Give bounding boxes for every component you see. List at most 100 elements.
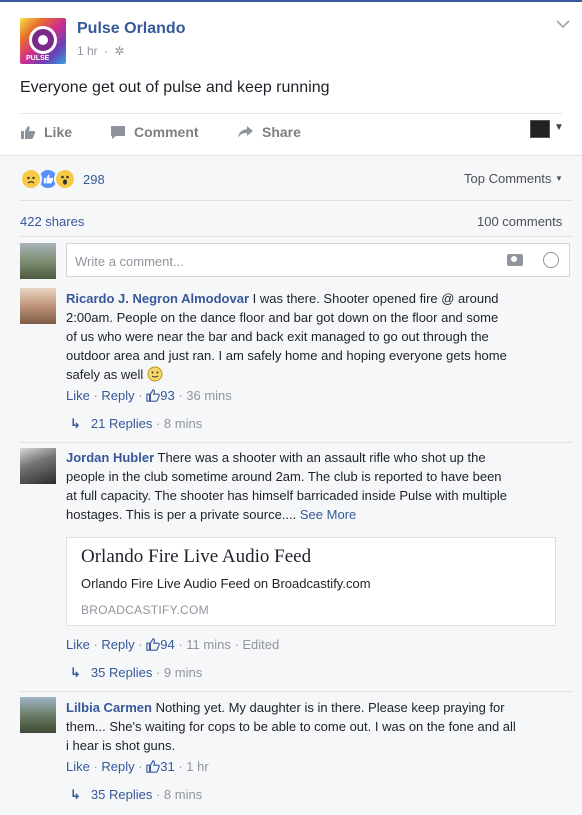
replies-time: 8 mins (163, 787, 203, 802)
replies-count: 21 Replies (90, 416, 153, 431)
post-time-text: 1 hr (77, 44, 98, 58)
thumbs-up-icon (146, 638, 161, 651)
reply-arrow-icon: ↳ (70, 665, 81, 680)
comment-time[interactable]: 1 hr (186, 759, 208, 774)
comment-like-link[interactable]: Like (66, 759, 90, 774)
camera-icon[interactable] (507, 254, 523, 266)
comments-count[interactable]: 100 comments (477, 214, 562, 229)
page-name[interactable]: Pulse Orlando (77, 20, 185, 38)
comment-time[interactable]: 36 mins (186, 388, 232, 403)
comment-time[interactable]: 11 mins (186, 637, 231, 652)
comment-line: hostages. This is per a private source..… (66, 507, 297, 522)
share-button[interactable]: Share (237, 124, 301, 140)
comment-input[interactable]: Write a comment... (66, 243, 570, 277)
commenter-avatar-selector[interactable] (530, 120, 550, 138)
view-replies-link[interactable]: ↳ 35 Replies · 8 mins (70, 787, 202, 803)
replies-time: 8 mins (163, 416, 203, 431)
like-label: Like (44, 124, 73, 140)
comment-text: Lilbia Carmen Nothing yet. My daughter i… (66, 698, 562, 755)
wow-reaction-icon (54, 168, 76, 190)
comment-likes[interactable]: 94 (146, 637, 175, 652)
comment-placeholder: Write a comment... (75, 254, 184, 269)
sort-label: Top Comments (464, 171, 552, 186)
reply-arrow-icon: ↳ (70, 416, 81, 431)
caret-down-icon: ▼ (555, 174, 563, 183)
comment-reply-link[interactable]: Reply (101, 637, 134, 652)
comment-author[interactable]: Lilbia Carmen (66, 700, 152, 715)
comment-likes[interactable]: 93 (146, 388, 175, 403)
current-user-avatar (20, 243, 56, 279)
reaction-count: 298 (83, 171, 105, 187)
commenter-avatar[interactable] (20, 697, 56, 733)
view-replies-link[interactable]: ↳ 21 Replies · 8 mins (70, 416, 202, 432)
top-border (0, 0, 582, 2)
comment-line: i hear is shot guns. (66, 738, 176, 753)
comment-line: of us who were near the bar and back exi… (66, 329, 489, 344)
comment-button[interactable]: Comment (110, 124, 199, 140)
caret-down-icon[interactable]: ▼ (554, 122, 564, 133)
comment-line: I was there. Shooter opened fire @ aroun… (252, 291, 499, 306)
divider (20, 113, 562, 114)
page-avatar[interactable]: PULSE (20, 18, 66, 64)
smile-emoji-icon (147, 366, 163, 387)
divider (20, 236, 572, 237)
edited-label[interactable]: Edited (242, 637, 279, 652)
link-description: Orlando Fire Live Audio Feed on Broadcas… (81, 576, 371, 591)
reactions-summary[interactable]: 298 (20, 168, 105, 190)
comment-reply-link[interactable]: Reply (101, 388, 134, 403)
divider (20, 442, 572, 443)
commenter-avatar[interactable] (20, 288, 56, 324)
comment-likes[interactable]: 31 (146, 759, 175, 774)
like-count: 93 (160, 388, 175, 403)
share-label: Share (262, 124, 301, 140)
comment-reply-link[interactable]: Reply (101, 759, 134, 774)
post-timestamp[interactable]: 1 hr · ✲ (77, 44, 124, 58)
shares-link[interactable]: 422 shares (20, 214, 84, 229)
commenter-avatar[interactable] (20, 448, 56, 484)
comment-line: at full capacity. The shooter has himsel… (66, 488, 508, 503)
comment-line: safely as well (66, 367, 144, 382)
see-more-link[interactable]: See More (300, 507, 356, 522)
replies-count: 35 Replies (90, 665, 153, 680)
sad-reaction-icon (20, 168, 42, 190)
replies-time: 9 mins (163, 665, 203, 680)
comment-line: them... She's waiting for cops to be abl… (66, 719, 516, 734)
comment-actions: Like · Reply · 31 · 1 hr (66, 759, 209, 774)
comment-line: 2:00am. People on the dance floor and ba… (66, 310, 499, 325)
divider (20, 691, 572, 692)
thumbs-up-icon (146, 389, 161, 402)
link-domain: BROADCASTIFY.COM (81, 603, 209, 617)
comment-author[interactable]: Jordan Hubler (66, 450, 154, 465)
comment-author[interactable]: Ricardo J. Negron Almodovar (66, 291, 249, 306)
comment-actions: Like · Reply · 93 · 36 mins (66, 388, 232, 403)
comment-line: outdoor area and just ran. I am safely h… (66, 348, 507, 363)
view-replies-link[interactable]: ↳ 35 Replies · 9 mins (70, 665, 202, 681)
pulse-logo-icon (29, 26, 57, 54)
replies-count: 35 Replies (90, 787, 153, 802)
link-title: Orlando Fire Live Audio Feed (81, 546, 312, 567)
comment-line: people in the club sometime around 2am. … (66, 469, 502, 484)
comment-like-link[interactable]: Like (66, 637, 90, 652)
comment-actions: Like · Reply · 94 · 11 mins · Edited (66, 637, 280, 652)
comment-text: Jordan Hubler There was a shooter with a… (66, 448, 562, 524)
comment-label: Comment (134, 124, 199, 140)
divider (20, 200, 572, 201)
globe-icon: ✲ (114, 44, 125, 58)
comment-line: There was a shooter with an assault rifl… (157, 450, 486, 465)
like-button[interactable]: Like (20, 124, 72, 140)
like-count: 31 (160, 759, 175, 774)
comment-line: Nothing yet. My daughter is in there. Pl… (155, 700, 505, 715)
top-comments-dropdown[interactable]: Top Comments ▼ (464, 171, 563, 186)
link-preview-card[interactable]: Orlando Fire Live Audio Feed Orlando Fir… (66, 537, 556, 626)
comment-like-link[interactable]: Like (66, 388, 90, 403)
thumbs-up-icon (146, 760, 161, 773)
comment-text: Ricardo J. Negron Almodovar I was there.… (66, 289, 562, 387)
comment-icon (110, 125, 126, 140)
logo-text: PULSE (26, 55, 50, 62)
share-arrow-icon (237, 125, 254, 139)
emoji-icon[interactable] (543, 252, 559, 268)
like-count: 94 (160, 637, 175, 652)
reply-arrow-icon: ↳ (70, 787, 81, 802)
thumbs-up-icon (20, 125, 36, 140)
post-options-chevron-icon[interactable] (556, 16, 572, 32)
